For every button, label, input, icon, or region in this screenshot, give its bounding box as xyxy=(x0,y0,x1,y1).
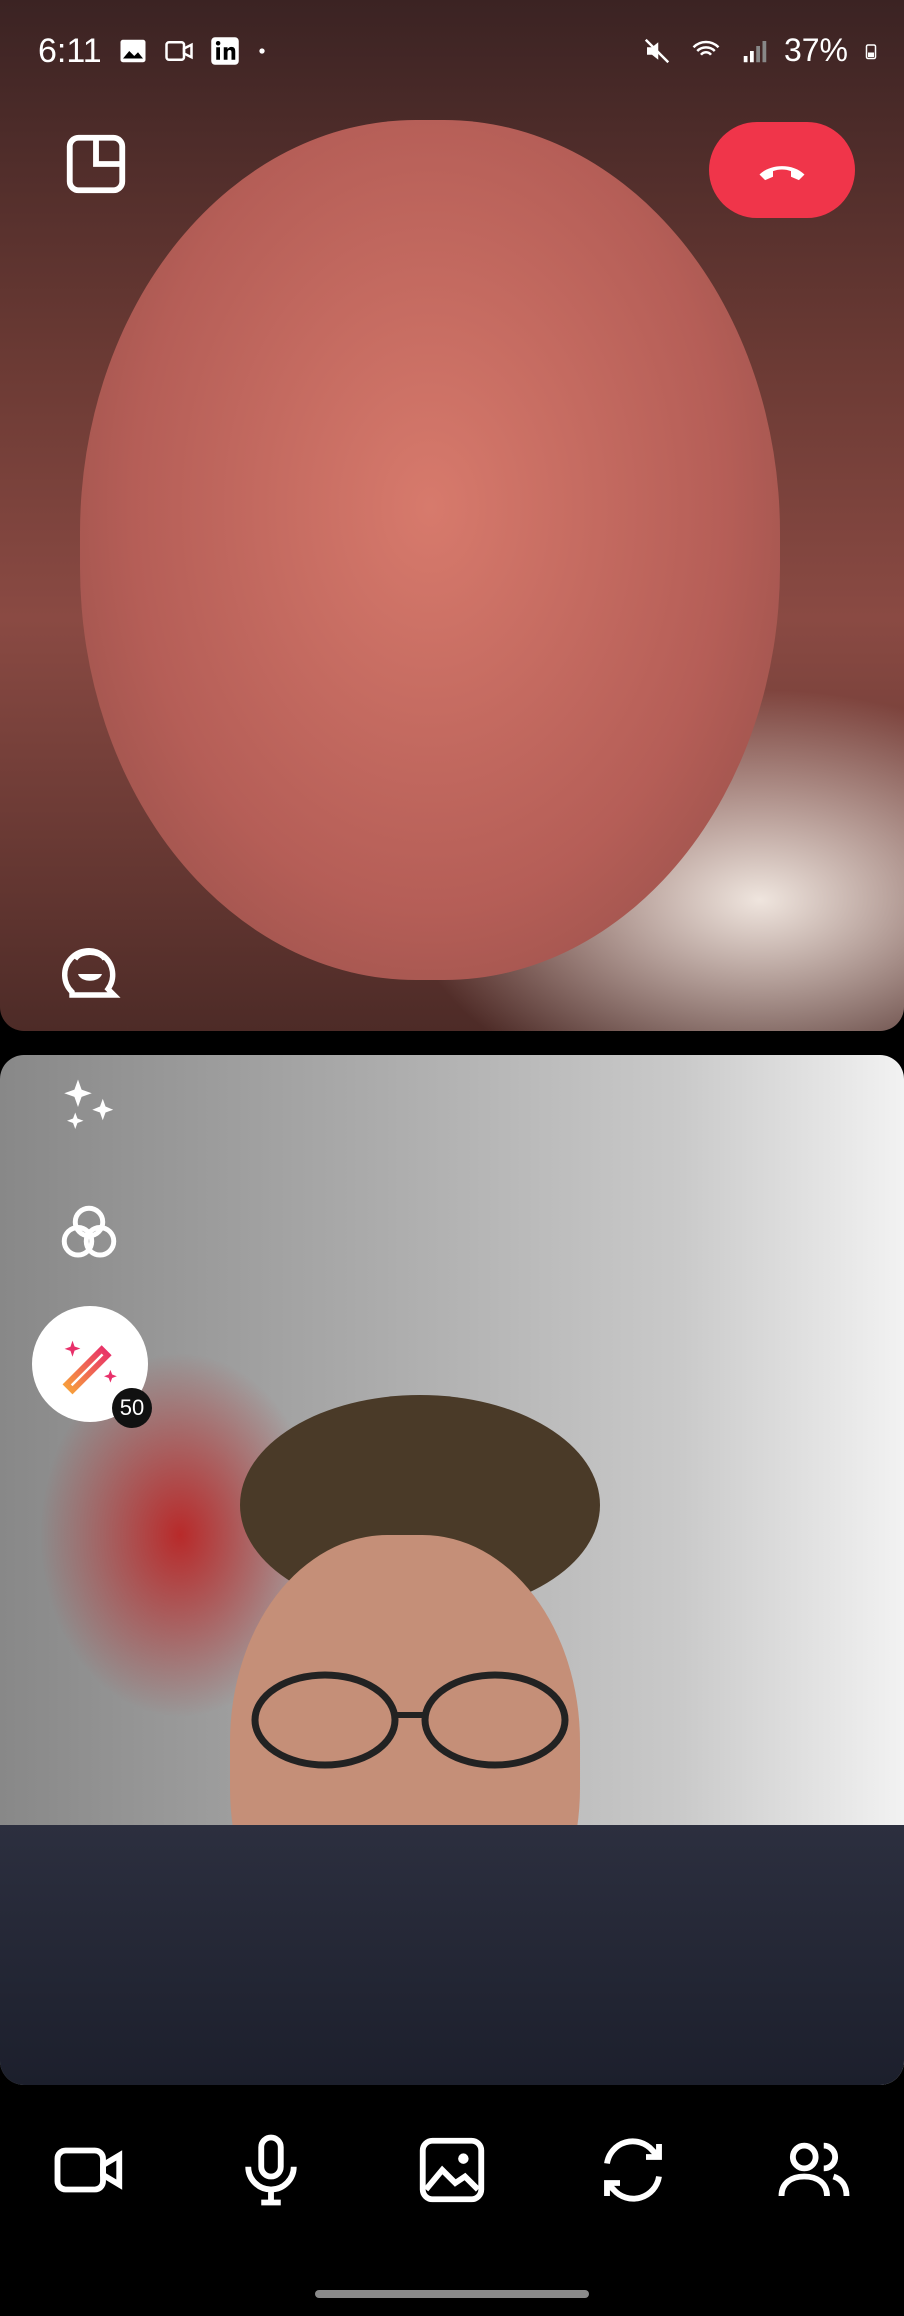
sparkle-effects-button[interactable] xyxy=(52,1070,126,1144)
magic-wand-icon xyxy=(62,1340,117,1395)
battery-icon xyxy=(865,43,877,59)
mute-icon xyxy=(644,38,670,63)
sparkle-icon xyxy=(64,1079,114,1129)
avatar-button[interactable] xyxy=(50,928,130,1008)
local-participant-shirt xyxy=(0,1825,904,2085)
image-icon xyxy=(419,2137,485,2203)
glasses-graphic xyxy=(251,1671,569,1769)
local-video xyxy=(0,1055,904,2085)
gallery-button[interactable] xyxy=(407,2125,497,2215)
filter-button[interactable] xyxy=(52,1196,126,1270)
linkedin-icon xyxy=(211,37,239,65)
status-bar: 6:11 37% xyxy=(0,0,904,104)
effects-count-badge: 50 xyxy=(112,1388,152,1428)
dot-icon xyxy=(259,48,265,54)
video-icon xyxy=(165,41,193,61)
call-toolbar xyxy=(0,2090,904,2250)
flip-camera-button[interactable] xyxy=(588,2125,678,2215)
camera-toggle-button[interactable] xyxy=(45,2125,135,2215)
participants-button[interactable] xyxy=(769,2125,859,2215)
picture-in-picture-button[interactable] xyxy=(56,124,136,204)
picture-in-picture-icon xyxy=(66,134,126,194)
avatar-icon xyxy=(62,948,121,998)
microphone-icon xyxy=(245,2134,297,2206)
magic-effects-button[interactable]: 50 xyxy=(32,1306,152,1428)
end-call-icon xyxy=(759,166,805,181)
flip-camera-icon xyxy=(603,2138,662,2202)
signal-icon xyxy=(743,40,767,62)
people-icon xyxy=(778,2142,850,2197)
filter-icon xyxy=(61,1205,117,1258)
image-icon xyxy=(120,39,146,63)
video-camera-icon xyxy=(54,2147,123,2193)
home-indicator[interactable] xyxy=(315,2290,589,2298)
status-time: 6:11 xyxy=(38,32,102,70)
end-call-button[interactable] xyxy=(709,122,855,218)
wifi-call-icon xyxy=(692,40,720,56)
microphone-toggle-button[interactable] xyxy=(226,2125,316,2215)
battery-percent: 37% xyxy=(783,32,848,68)
remote-participant-face xyxy=(80,120,780,980)
